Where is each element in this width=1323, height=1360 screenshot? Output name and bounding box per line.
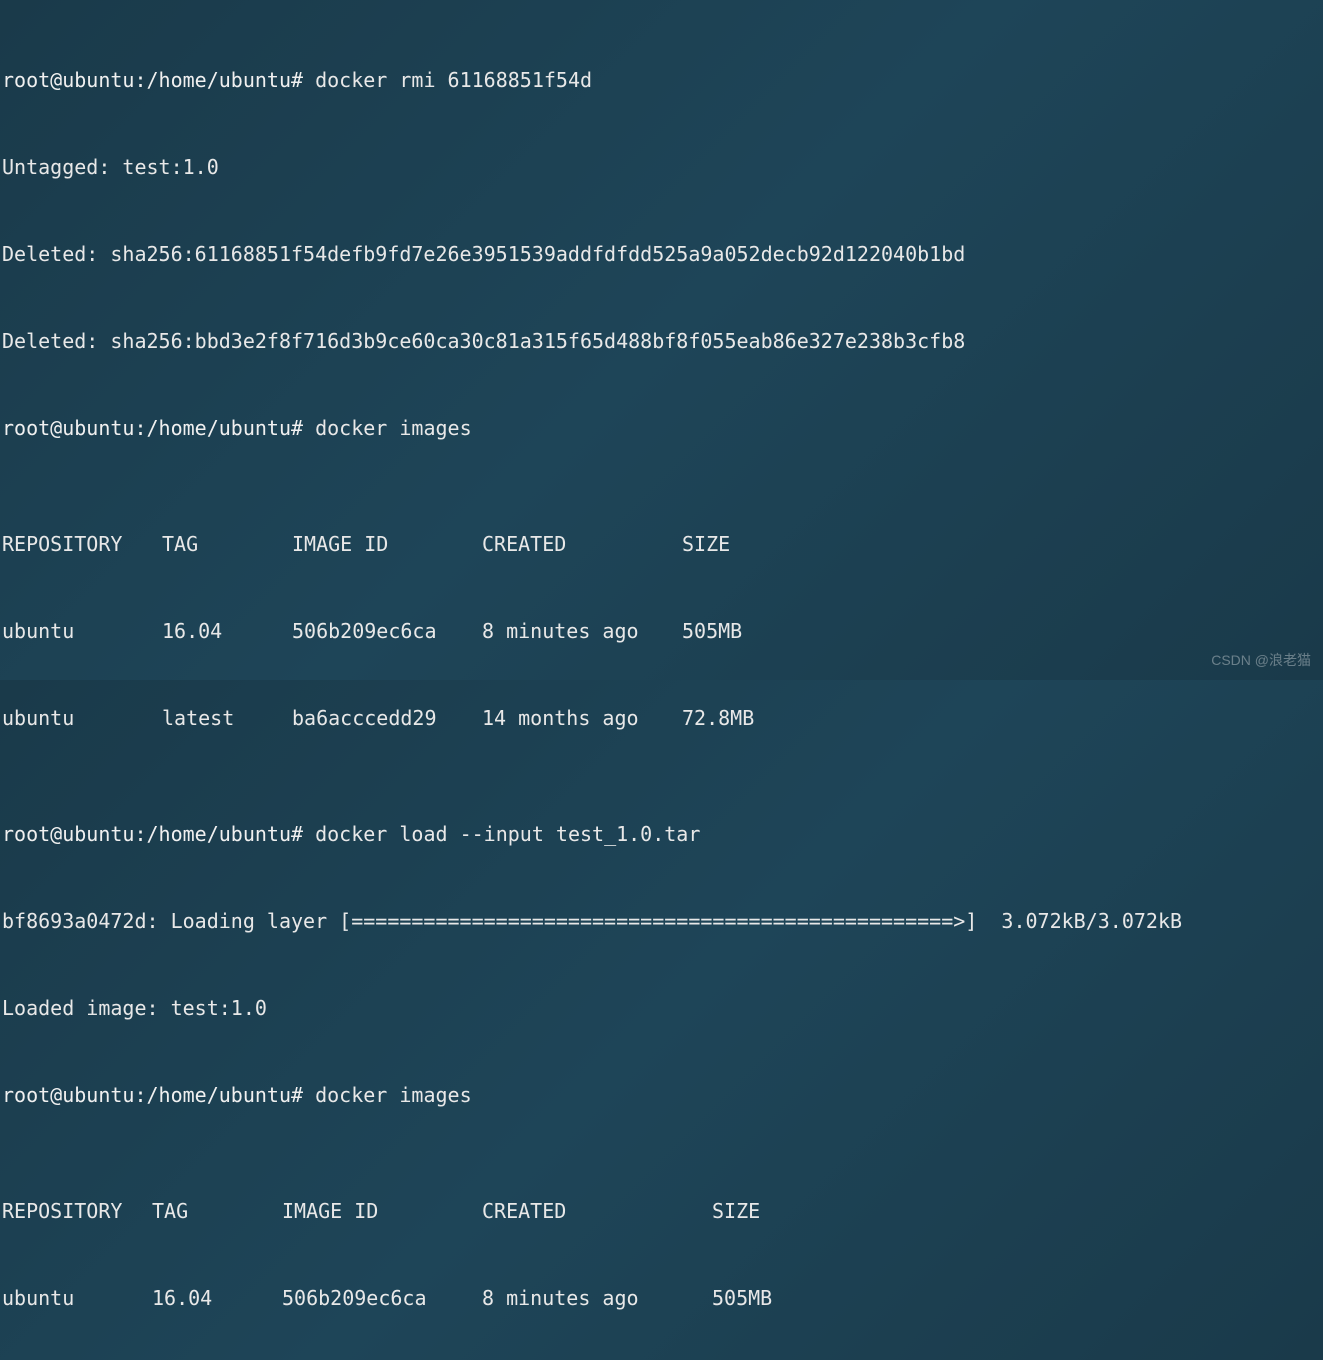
table-row: ubuntu latest ba6acccedd29 14 months ago… (2, 704, 1321, 733)
output-line: bf8693a0472d: Loading layer [===========… (2, 907, 1321, 936)
terminal-output[interactable]: root@ubuntu:/home/ubuntu# docker rmi 611… (2, 8, 1321, 1360)
col-header-created: CREATED (482, 1197, 712, 1226)
command-text: docker rmi 61168851f54d (315, 68, 592, 92)
cell-created: 14 months ago (482, 704, 682, 733)
col-header-image-id: IMAGE ID (292, 530, 482, 559)
command-line: root@ubuntu:/home/ubuntu# docker images (2, 1081, 1321, 1110)
table-row: ubuntu 16.04 506b209ec6ca 8 minutes ago … (2, 617, 1321, 646)
cell-tag: 16.04 (152, 1284, 282, 1313)
cell-image-id: 506b209ec6ca (282, 1284, 482, 1313)
cell-image-id: ba6acccedd29 (292, 704, 482, 733)
col-header-size: SIZE (682, 530, 782, 559)
command-text: docker images (315, 416, 472, 440)
watermark: CSDN @浪老猫 (1211, 650, 1311, 670)
cell-repository: ubuntu (2, 617, 162, 646)
prompt: root@ubuntu:/home/ubuntu# (2, 1083, 315, 1107)
table-header-row: REPOSITORY TAG IMAGE ID CREATED SIZE (2, 530, 1321, 559)
prompt: root@ubuntu:/home/ubuntu# (2, 822, 315, 846)
table-row: ubuntu 16.04 506b209ec6ca 8 minutes ago … (2, 1284, 1321, 1313)
col-header-created: CREATED (482, 530, 682, 559)
cell-size: 505MB (712, 1284, 812, 1313)
col-header-size: SIZE (712, 1197, 812, 1226)
cell-image-id: 506b209ec6ca (292, 617, 482, 646)
output-line: Loaded image: test:1.0 (2, 994, 1321, 1023)
cell-size: 72.8MB (682, 704, 782, 733)
col-header-image-id: IMAGE ID (282, 1197, 482, 1226)
command-line: root@ubuntu:/home/ubuntu# docker rmi 611… (2, 66, 1321, 95)
prompt: root@ubuntu:/home/ubuntu# (2, 68, 315, 92)
col-header-tag: TAG (162, 530, 292, 559)
table-header-row: REPOSITORY TAG IMAGE ID CREATED SIZE (2, 1197, 1321, 1226)
cell-tag: latest (162, 704, 292, 733)
output-line: Deleted: sha256:61168851f54defb9fd7e26e3… (2, 240, 1321, 269)
cell-created: 8 minutes ago (482, 617, 682, 646)
col-header-tag: TAG (152, 1197, 282, 1226)
cell-tag: 16.04 (162, 617, 292, 646)
col-header-repository: REPOSITORY (2, 1197, 152, 1226)
cell-size: 505MB (682, 617, 782, 646)
output-line: Deleted: sha256:bbd3e2f8f716d3b9ce60ca30… (2, 327, 1321, 356)
command-line: root@ubuntu:/home/ubuntu# docker images (2, 414, 1321, 443)
cell-repository: ubuntu (2, 704, 162, 733)
output-line: Untagged: test:1.0 (2, 153, 1321, 182)
cell-created: 8 minutes ago (482, 1284, 712, 1313)
prompt: root@ubuntu:/home/ubuntu# (2, 416, 315, 440)
cell-repository: ubuntu (2, 1284, 152, 1313)
command-text: docker images (315, 1083, 472, 1107)
col-header-repository: REPOSITORY (2, 530, 162, 559)
command-line: root@ubuntu:/home/ubuntu# docker load --… (2, 820, 1321, 849)
command-text: docker load --input test_1.0.tar (315, 822, 700, 846)
